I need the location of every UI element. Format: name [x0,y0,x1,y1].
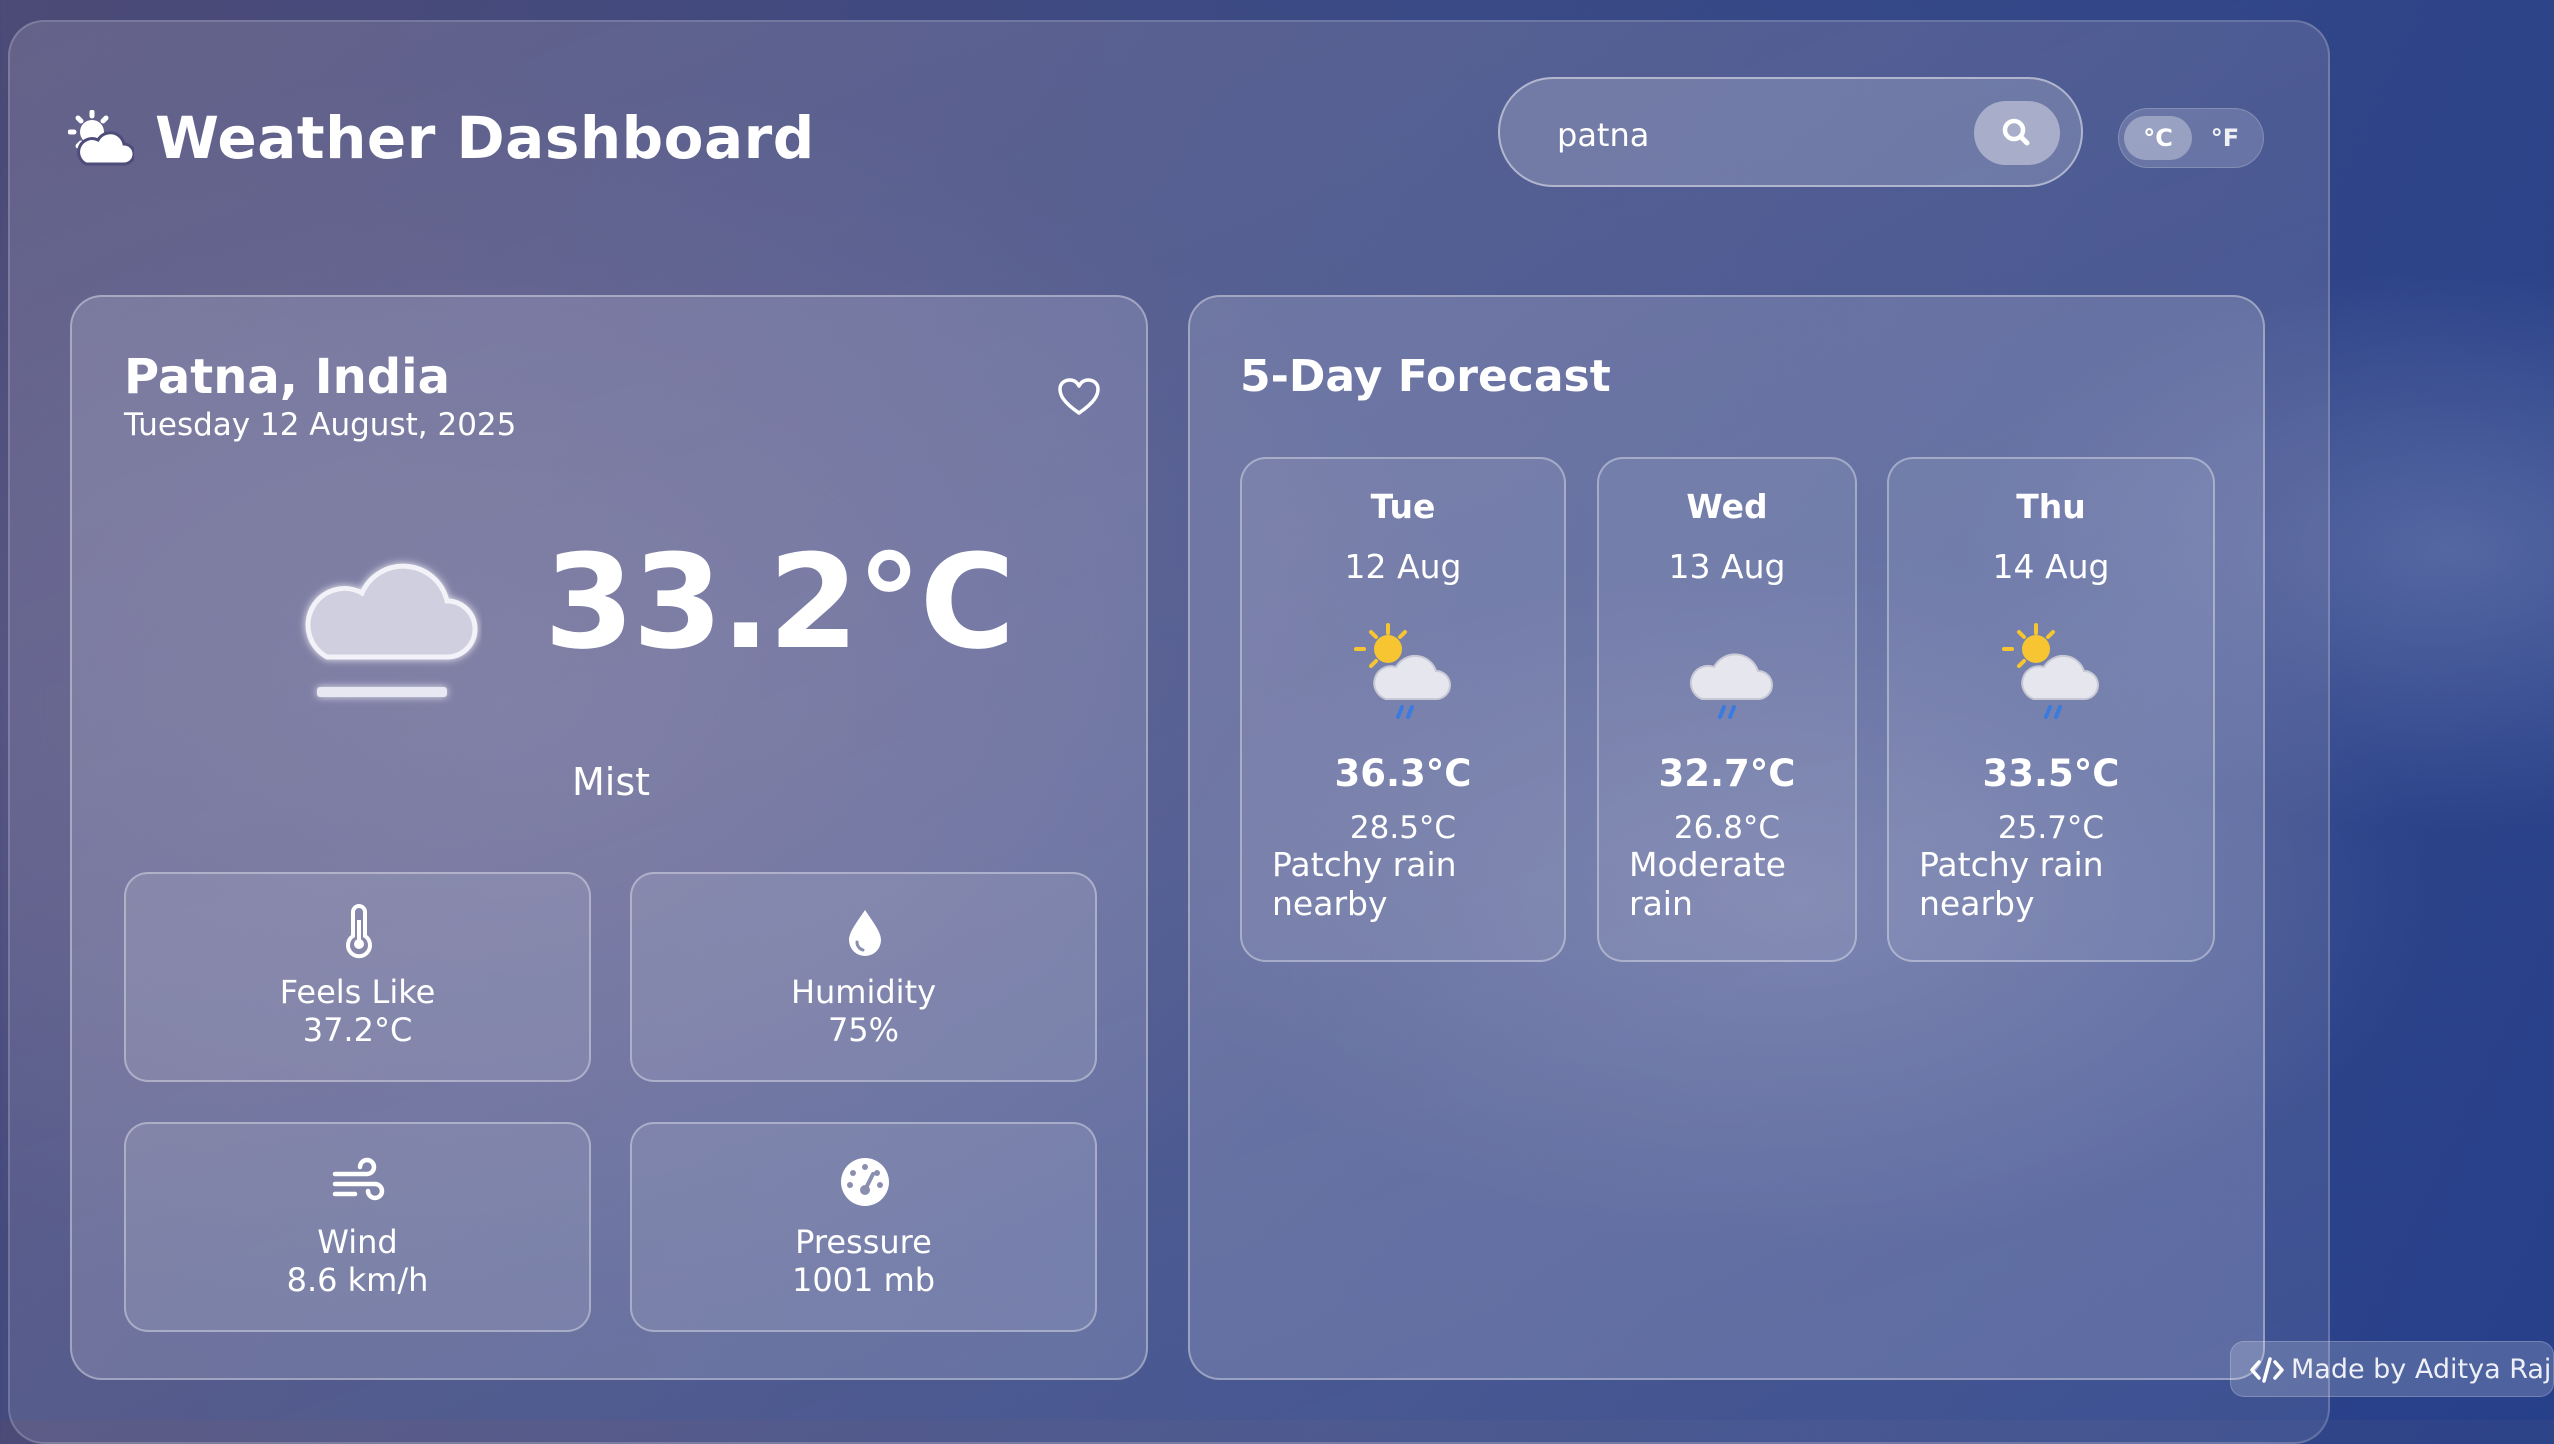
forecast-day-date: 12 Aug [1344,547,1462,586]
credit-text: Made by Aditya Raj [2291,1354,2552,1385]
stat-value: 8.6 km/h [286,1261,429,1299]
sun-cloud-rain-icon [2002,623,2099,719]
search-input[interactable] [1555,109,1959,161]
stat-humidity: Humidity 75% [630,872,1097,1082]
stat-feels-like: Feels Like 37.2°C [124,872,591,1082]
forecast-min-temp: 26.8°C [1673,810,1781,846]
forecast-condition: Patchy rain nearby [1272,845,1457,923]
stat-label: Feels Like [279,973,436,1011]
current-temperature: 33.2°C [544,526,1015,678]
stat-pressure: Pressure 1001 mb [630,1122,1097,1332]
forecast-day-name: Wed [1686,487,1768,526]
current-condition: Mist [571,760,651,804]
wind-icon [332,1157,385,1201]
forecast-title: 5-Day Forecast [1240,351,1611,402]
stat-value: 75% [827,1011,900,1049]
thermometer-icon [346,904,372,959]
forecast-day-date: 14 Aug [1992,547,2110,586]
current-date: Tuesday 12 August, 2025 [124,407,517,443]
forecast-max-temp: 32.7°C [1658,752,1796,795]
heart-outline-icon [1058,378,1100,415]
stat-value: 37.2°C [302,1011,413,1049]
credit-badge[interactable]: Made by Aditya Raj [2230,1341,2554,1397]
forecast-day: Thu 14 Aug 33.5°C 25.7°C Patchy rain nea… [1887,457,2215,962]
current-weather-card: Patna, India Tuesday 12 August, 2025 33.… [70,295,1148,1380]
code-icon [2250,1357,2284,1383]
forecast-max-temp: 36.3°C [1334,752,1472,795]
stat-value: 1001 mb [791,1261,936,1299]
stat-label: Humidity [790,973,937,1011]
page-title: Weather Dashboard [155,104,815,172]
forecast-min-temp: 28.5°C [1349,810,1457,846]
forecast-day: Tue 12 Aug 36.3°C 28.5°C Patchy rain nea… [1240,457,1566,962]
forecast-min-temp: 25.7°C [1997,810,2105,846]
forecast-condition: Patchy rain nearby [1919,845,2104,923]
gauge-icon [841,1158,889,1206]
stat-wind: Wind 8.6 km/h [124,1122,591,1332]
forecast-day-date: 13 Aug [1668,547,1786,586]
celsius-button[interactable]: °C [2124,116,2192,160]
fahrenheit-button[interactable]: °F [2191,116,2259,160]
forecast-day-name: Thu [2016,487,2086,526]
sun-cloud-icon [68,110,134,166]
forecast-day: Wed 13 Aug 32.7°C 26.8°C Moderate rain [1597,457,1857,962]
city-name: Patna, India [124,349,450,405]
unit-toggle: °C °F [2118,108,2264,168]
forecast-day-name: Tue [1370,487,1436,526]
forecast-max-temp: 33.5°C [1982,752,2120,795]
forecast-condition: Moderate rain [1629,845,1786,923]
stat-label: Wind [317,1223,398,1261]
search-button[interactable] [1974,101,2060,165]
mist-cloud-icon [305,563,478,697]
cloud-rain-icon [1689,653,1773,719]
forecast-card: 5-Day Forecast Tue 12 Aug 36.3°C 28.5°C … [1188,295,2265,1380]
sun-cloud-rain-icon [1354,623,1451,719]
droplet-icon [849,910,881,956]
stat-label: Pressure [795,1223,932,1261]
favorite-button[interactable] [1057,377,1101,417]
search-icon [2002,118,2030,146]
